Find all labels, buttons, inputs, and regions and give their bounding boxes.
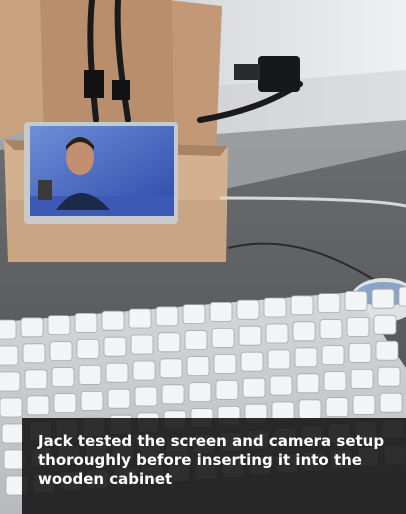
- photo-caption: Jack tested the screen and camera setup …: [38, 432, 385, 488]
- touchscreen-display: [24, 122, 178, 224]
